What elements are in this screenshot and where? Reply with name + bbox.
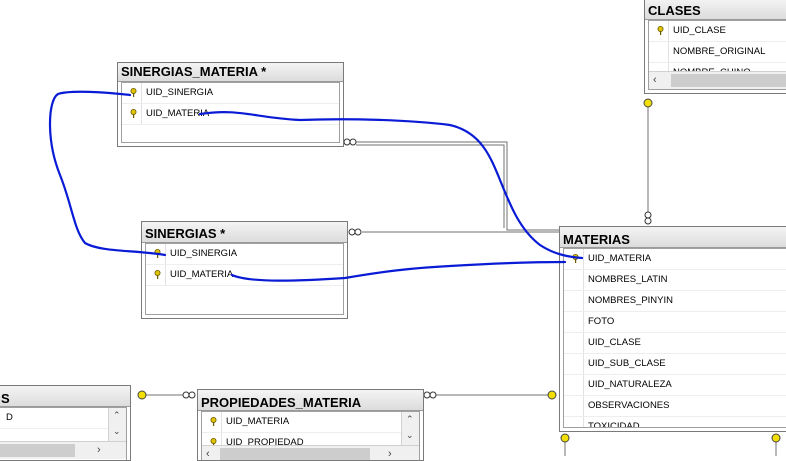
handwritten-annotations	[48, 90, 584, 282]
annotation-stroke	[230, 260, 567, 282]
annotation-stroke	[48, 90, 167, 257]
annotation-stroke	[198, 111, 584, 260]
